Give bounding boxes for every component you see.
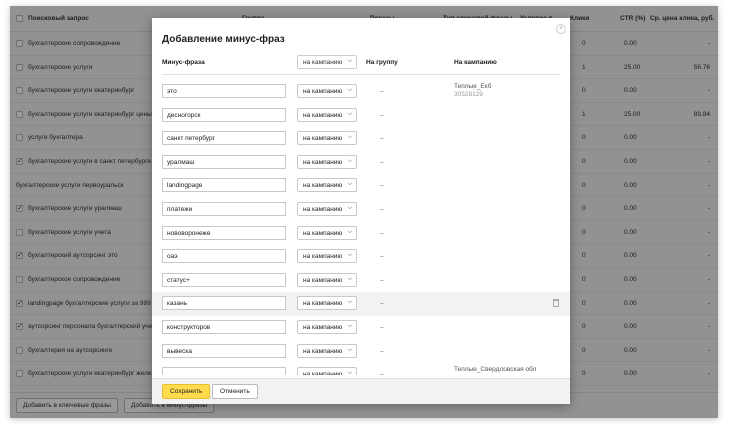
chevron-down-icon: ⌵ xyxy=(347,134,352,141)
campaign-name: Теплые_Свердловская обл xyxy=(454,366,537,374)
phrase-row: казань на кампанию ⌵ – xyxy=(152,292,570,316)
group-value: – xyxy=(380,158,384,166)
chevron-down-icon: ⌵ xyxy=(347,252,352,259)
scope-value: на кампанию xyxy=(303,300,343,308)
chevron-down-icon: ⌵ xyxy=(347,370,352,375)
phrase-input[interactable]: казань xyxy=(162,296,286,311)
group-value: – xyxy=(380,253,384,261)
phrase-input[interactable]: десногорск xyxy=(162,107,286,122)
scope-select[interactable]: на кампанию ⌵ xyxy=(297,154,357,169)
scope-value: на кампанию xyxy=(303,253,343,261)
scope-select[interactable]: на кампанию ⌵ xyxy=(297,107,357,122)
group-value: – xyxy=(380,229,384,237)
phrase-input[interactable]: статус+ xyxy=(162,272,286,287)
group-value: – xyxy=(380,88,384,95)
phrase-row: landingpage на кампанию ⌵ – xyxy=(152,174,570,198)
scope-value: на кампанию xyxy=(303,276,343,284)
bulk-scope-select[interactable]: на кампанию ⌵ xyxy=(297,55,357,69)
campaign-cell: Теплые_Екб 30528129 xyxy=(454,83,491,99)
group-value: – xyxy=(380,300,384,308)
phrase-input[interactable]: санкт петербург xyxy=(162,131,286,146)
trash-icon[interactable] xyxy=(553,299,559,308)
chevron-down-icon: ⌵ xyxy=(347,323,352,329)
scope-select[interactable]: на кампанию ⌵ xyxy=(297,202,357,216)
phrase-row: санкт петербург на кампанию ⌵ – xyxy=(152,127,570,151)
chevron-down-icon: ⌵ xyxy=(347,299,352,306)
phrase-row: это на кампанию ⌵ – Теплые_Екб 30528129 xyxy=(152,80,570,104)
column-group: На группу xyxy=(366,59,398,66)
phrase-input[interactable] xyxy=(162,367,286,375)
phrase-input[interactable]: конструкторов xyxy=(162,320,286,334)
group-value: – xyxy=(380,111,384,119)
group-value: – xyxy=(380,206,384,213)
scope-value: на кампанию xyxy=(303,229,343,237)
chevron-down-icon: ⌵ xyxy=(347,205,352,211)
phrase-input[interactable]: оаэ xyxy=(162,249,286,264)
chevron-down-icon: ⌵ xyxy=(347,181,352,188)
scope-value: на кампанию xyxy=(303,135,343,143)
app-frame: Поисковый запрос Группа Показы Тип ключе… xyxy=(10,6,718,418)
scope-value: на кампанию xyxy=(303,111,343,119)
phrase-input[interactable]: нововоронеже xyxy=(162,225,286,240)
scope-select[interactable]: на кампанию ⌵ xyxy=(297,367,357,375)
phrase-input[interactable]: это xyxy=(162,84,286,98)
chevron-down-icon: ⌵ xyxy=(347,58,352,64)
chevron-down-icon: ⌵ xyxy=(347,157,352,164)
bulk-scope-value: на кампанию xyxy=(303,59,343,66)
scope-select[interactable]: на кампанию ⌵ xyxy=(297,249,357,264)
scope-select[interactable]: на кампанию ⌵ xyxy=(297,131,357,146)
scope-value: на кампанию xyxy=(303,182,343,190)
phrase-row: вывеска на кампанию ⌵ – xyxy=(152,340,570,364)
scope-value: на кампанию xyxy=(303,206,343,213)
cancel-button[interactable]: Отменить xyxy=(212,384,258,399)
phrase-input[interactable]: вывеска xyxy=(162,343,286,358)
chevron-down-icon: ⌵ xyxy=(347,275,352,282)
phrase-row: на кампанию ⌵ – Теплые_Свердловская обл xyxy=(152,363,570,375)
chevron-down-icon: ⌵ xyxy=(347,110,352,117)
scope-select[interactable]: на кампанию ⌵ xyxy=(297,225,357,240)
campaign-cell: Теплые_Свердловская обл xyxy=(454,366,536,374)
group-value: – xyxy=(380,347,384,355)
group-value: – xyxy=(380,324,384,331)
scope-value: на кампанию xyxy=(303,324,343,331)
phrase-list: это на кампанию ⌵ – Теплые_Екб 30528129 десног… xyxy=(152,80,570,375)
scope-select[interactable]: на кампанию ⌵ xyxy=(297,296,357,311)
phrase-row: платежи на кампанию ⌵ – xyxy=(152,198,570,222)
scope-value: на кампанию xyxy=(303,158,343,166)
divider xyxy=(162,74,560,75)
phrase-row: десногорск на кампанию ⌵ – xyxy=(152,104,570,128)
campaign-name: Теплые_Екб xyxy=(454,83,492,90)
phrase-input[interactable]: уралмаш xyxy=(162,154,286,169)
save-button[interactable]: Сохранить xyxy=(162,384,211,399)
phrase-row: оаэ на кампанию ⌵ – xyxy=(152,245,570,269)
phrase-input[interactable]: платежи xyxy=(162,202,286,216)
column-campaign: На кампанию xyxy=(454,59,497,66)
phrase-input[interactable]: landingpage xyxy=(162,178,286,193)
phrase-row: конструкторов на кампанию ⌵ – xyxy=(152,316,570,340)
scope-select[interactable]: на кампанию ⌵ xyxy=(297,272,357,287)
scope-select[interactable]: на кампанию ⌵ xyxy=(297,343,357,358)
chevron-down-icon: ⌵ xyxy=(347,87,352,93)
phrase-row: нововоронеже на кампанию ⌵ – xyxy=(152,222,570,246)
scope-value: на кампанию xyxy=(303,371,343,375)
modal-title: Добавление минус-фраз xyxy=(162,34,285,45)
scope-select[interactable]: на кампанию ⌵ xyxy=(297,178,357,193)
chevron-down-icon: ⌵ xyxy=(347,346,352,353)
group-value: – xyxy=(380,182,384,190)
scope-value: на кампанию xyxy=(303,88,343,95)
negative-phrases-modal: × Добавление минус-фраз Минус-фраза на к… xyxy=(152,18,570,404)
scope-select[interactable]: на кампанию ⌵ xyxy=(297,84,357,98)
column-phrase: Минус-фраза xyxy=(162,59,205,66)
chevron-down-icon: ⌵ xyxy=(347,228,352,235)
phrase-row: статус+ на кампанию ⌵ – xyxy=(152,269,570,293)
close-icon[interactable]: × xyxy=(556,24,566,34)
phrase-row: уралмаш на кампанию ⌵ – xyxy=(152,151,570,175)
modal-footer: Сохранить Отменить xyxy=(152,378,570,404)
scope-select[interactable]: на кампанию ⌵ xyxy=(297,320,357,334)
group-value: – xyxy=(380,135,384,143)
campaign-id: 30528129 xyxy=(454,91,483,98)
scope-value: на кампанию xyxy=(303,347,343,355)
group-value: – xyxy=(380,371,384,375)
group-value: – xyxy=(380,276,384,284)
